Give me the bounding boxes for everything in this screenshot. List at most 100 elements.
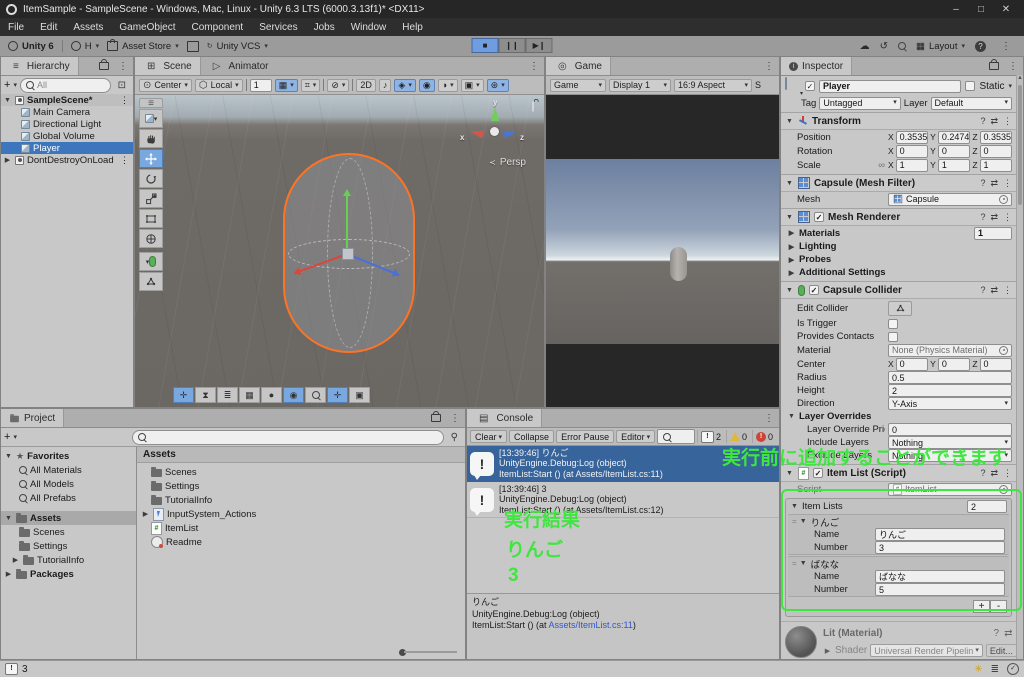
component-tool-dropdown[interactable]: ▾ bbox=[139, 252, 163, 271]
audio-toggle[interactable]: ♪ bbox=[379, 79, 392, 92]
minimize-button[interactable]: – bbox=[944, 1, 968, 17]
game-mode-dropdown[interactable]: Game▾ bbox=[550, 79, 606, 92]
camera-settings-dropdown[interactable]: ⊘▾ bbox=[327, 79, 349, 92]
scale-y-field[interactable]: 1 bbox=[938, 159, 970, 172]
tree-folder-tutorialinfo[interactable]: ▶TutorialInfo bbox=[1, 553, 136, 567]
presets-icon[interactable]: ⇄ bbox=[990, 285, 998, 296]
gizmo-y-axis-arrow[interactable] bbox=[346, 196, 348, 254]
overlay-grid-icon[interactable]: ▦ bbox=[239, 387, 260, 403]
favorite-all-prefabs[interactable]: All Prefabs bbox=[1, 491, 136, 505]
orientation-dropdown[interactable]: ⬡Local▾ bbox=[195, 79, 243, 92]
grid-snap-toggle[interactable]: ▦▾ bbox=[275, 79, 298, 92]
kebab-icon[interactable]: ⋮ bbox=[1003, 178, 1012, 189]
center-y-field[interactable]: 0 bbox=[938, 358, 970, 371]
stack-trace-link[interactable]: Assets/ItemList.cs:11 bbox=[549, 620, 633, 630]
hierarchy-search-input[interactable]: All bbox=[20, 78, 111, 93]
transform-header[interactable]: ▼ Transform ?⇄⋮ bbox=[781, 112, 1016, 130]
active-checkbox[interactable]: ✓ bbox=[805, 81, 815, 91]
overlay-zoom-icon[interactable] bbox=[305, 387, 326, 403]
static-checkbox[interactable] bbox=[965, 81, 975, 91]
layers-visibility-dropdown[interactable]: ◑▾ bbox=[438, 79, 458, 92]
step-button[interactable]: ▶❙ bbox=[526, 38, 553, 53]
scene-kebab-icon[interactable]: ⋮ bbox=[120, 95, 131, 106]
mesh-field[interactable]: Capsule bbox=[888, 193, 1012, 206]
asset-readme[interactable]: Readme bbox=[137, 535, 465, 549]
tool-context-dropdown[interactable]: ▾ bbox=[139, 109, 163, 128]
overlay-pan-icon[interactable]: ✛ bbox=[327, 387, 348, 403]
help-icon[interactable]: ? bbox=[980, 212, 985, 222]
radius-field[interactable]: 0.5 bbox=[888, 371, 1012, 384]
tab-scene[interactable]: ⊞ Scene bbox=[135, 57, 201, 75]
z-axis-cone[interactable] bbox=[503, 128, 518, 139]
tag-dropdown[interactable]: Untagged▾ bbox=[819, 97, 900, 110]
camera-overlay-dropdown[interactable]: ▣▾ bbox=[461, 79, 484, 92]
presets-icon[interactable]: ⇄ bbox=[1004, 628, 1012, 639]
scroll-up-icon[interactable]: ▲ bbox=[1017, 75, 1023, 83]
favorite-all-materials[interactable]: All Materials bbox=[1, 463, 136, 477]
console-kebab-icon[interactable]: ⋮ bbox=[759, 409, 779, 427]
kebab-icon[interactable]: ⋮ bbox=[1003, 285, 1012, 296]
package-manager-button[interactable] bbox=[187, 41, 199, 52]
undo-history-icon[interactable]: ↺ bbox=[880, 41, 888, 52]
gizmo-center-handle[interactable] bbox=[342, 248, 354, 260]
additional-settings-foldout[interactable]: Additional Settings bbox=[799, 267, 886, 278]
scale-z-field[interactable]: 1 bbox=[980, 159, 1012, 172]
menu-component[interactable]: Component bbox=[184, 22, 252, 33]
asset-scenes[interactable]: Scenes bbox=[137, 465, 465, 479]
mesh-renderer-checkbox[interactable]: ✓ bbox=[814, 212, 824, 222]
hierarchy-item-global-volume[interactable]: Global Volume bbox=[1, 130, 133, 142]
log-count-badge[interactable]: !2 bbox=[697, 430, 724, 443]
height-field[interactable]: 2 bbox=[888, 384, 1012, 397]
layout-dropdown[interactable]: ▦ Layout▾ bbox=[916, 41, 965, 52]
pivot-mode-dropdown[interactable]: ⊙Center▾ bbox=[139, 79, 192, 92]
menu-help[interactable]: Help bbox=[394, 22, 431, 33]
toolbar-kebab-icon[interactable]: ⋮ bbox=[996, 41, 1016, 52]
gizmos-dropdown[interactable]: ⊛▾ bbox=[487, 79, 509, 92]
icon-size-slider[interactable] bbox=[399, 648, 457, 656]
layer-dropdown[interactable]: Default▾ bbox=[931, 97, 1012, 110]
gameobject-name-field[interactable]: Player bbox=[819, 80, 961, 93]
overlay-sliders-icon[interactable]: ≣ bbox=[217, 387, 238, 403]
scene-picker-icon[interactable]: ⊡ bbox=[114, 80, 130, 91]
physics-material-field[interactable]: None (Physics Material) bbox=[888, 344, 1012, 357]
pause-button[interactable]: ❙❙ bbox=[499, 38, 526, 53]
kebab-icon[interactable]: ⋮ bbox=[1003, 212, 1012, 223]
orientation-gizmo[interactable]: y x z bbox=[462, 105, 526, 155]
presets-icon[interactable]: ⇄ bbox=[990, 178, 998, 189]
cache-icon[interactable]: ≣ bbox=[991, 664, 999, 675]
asset-settings[interactable]: Settings bbox=[137, 479, 465, 493]
tab-hierarchy[interactable]: ≡ Hierarchy bbox=[1, 57, 79, 75]
console-search-input[interactable] bbox=[657, 429, 695, 444]
menu-file[interactable]: File bbox=[0, 22, 32, 33]
overlay-tools-icon[interactable]: ⧗ bbox=[195, 387, 216, 403]
direction-dropdown[interactable]: Y-Axis▾ bbox=[888, 397, 1012, 410]
scale-x-field[interactable]: 1 bbox=[896, 159, 928, 172]
presets-icon[interactable]: ⇄ bbox=[990, 116, 998, 127]
hand-tool[interactable] bbox=[139, 129, 163, 148]
menu-assets[interactable]: Assets bbox=[65, 22, 111, 33]
scene-viewport[interactable]: ≡ ▾ bbox=[135, 95, 544, 407]
position-x-field[interactable]: 0.35356 bbox=[896, 131, 928, 144]
hierarchy-item-main-camera[interactable]: Main Camera bbox=[1, 106, 133, 118]
overlay-drag-handle[interactable]: ≡ bbox=[139, 98, 163, 108]
close-button[interactable]: ✕ bbox=[994, 1, 1018, 17]
search-icon[interactable] bbox=[898, 42, 906, 50]
asset-inputsystem-actions[interactable]: ▶InputSystem_Actions bbox=[137, 507, 465, 521]
static-dropdown[interactable]: ▾ bbox=[1008, 82, 1012, 90]
overlay-camera-icon[interactable]: ▣ bbox=[349, 387, 370, 403]
favorites-row[interactable]: ▼★Favorites bbox=[1, 449, 136, 463]
game-kebab-icon[interactable]: ⋮ bbox=[759, 57, 779, 75]
hierarchy-item-player[interactable]: Player bbox=[1, 142, 133, 154]
uniform-scale-link-icon[interactable]: ∞ bbox=[878, 160, 885, 171]
layer-overrides-foldout[interactable]: Layer Overrides bbox=[799, 411, 871, 422]
aspect-dropdown[interactable]: 16:9 Aspect▾ bbox=[674, 79, 752, 92]
materials-foldout[interactable]: Materials bbox=[799, 228, 840, 239]
capsule-collider-header[interactable]: ▼ ✓ Capsule Collider ?⇄⋮ bbox=[781, 281, 1016, 299]
project-search-input[interactable] bbox=[132, 430, 444, 445]
create-asset-button[interactable]: + bbox=[4, 431, 10, 443]
alert-icon[interactable]: ✳ bbox=[974, 664, 982, 675]
favorite-all-models[interactable]: All Models bbox=[1, 477, 136, 491]
scene-kebab-icon[interactable]: ⋮ bbox=[120, 155, 131, 166]
materials-count-field[interactable]: 1 bbox=[974, 227, 1012, 240]
menu-window[interactable]: Window bbox=[343, 22, 395, 33]
